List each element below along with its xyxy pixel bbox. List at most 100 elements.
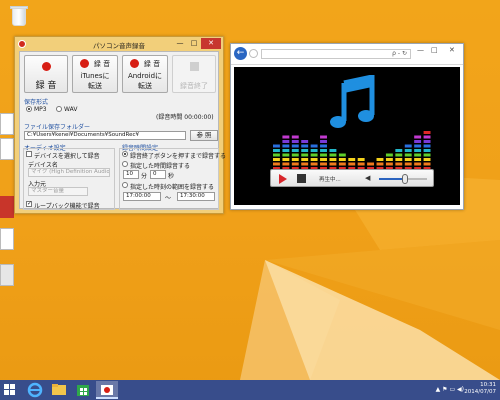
eq-segment bbox=[414, 162, 422, 166]
music-note-icon bbox=[330, 75, 375, 128]
recycle-bin-icon[interactable] bbox=[6, 4, 32, 30]
record-android-label: 録 音 bbox=[143, 60, 161, 68]
media-player-bar: 再生中... ◀ bbox=[270, 169, 434, 187]
eq-segment bbox=[338, 158, 346, 161]
start-button[interactable] bbox=[4, 384, 16, 396]
desktop-shortcut-icon[interactable] bbox=[0, 264, 14, 286]
minutes-field[interactable]: 10 bbox=[123, 170, 139, 179]
folder-path-field[interactable]: C:¥Users¥kenei¥Documents¥SoundRec¥ bbox=[24, 131, 186, 140]
volume-icon[interactable]: ◀ bbox=[365, 175, 370, 182]
eq-segment bbox=[301, 144, 309, 148]
record-itunes-button[interactable]: 録 音 iTunesに 転送 bbox=[72, 55, 118, 93]
loopback-checkbox[interactable] bbox=[26, 200, 32, 207]
close-button[interactable]: ✕ bbox=[201, 38, 221, 49]
address-bar[interactable]: ρ - ↻ bbox=[261, 49, 411, 59]
minimize-button[interactable]: — bbox=[173, 38, 187, 49]
desktop-shortcut-icon[interactable] bbox=[0, 138, 14, 160]
clock-date: 2014/07/07 bbox=[464, 389, 496, 395]
start-time-field[interactable]: 17:00:00 bbox=[123, 192, 161, 201]
desktop-shortcut-icon[interactable] bbox=[0, 228, 14, 250]
eq-segment bbox=[291, 140, 299, 143]
eq-segment bbox=[291, 162, 299, 166]
input-source-select[interactable]: マスター音量 bbox=[28, 187, 88, 196]
seconds-unit: 秒 bbox=[168, 173, 175, 180]
mp3-label: MP3 bbox=[34, 106, 47, 113]
eq-segment bbox=[395, 149, 403, 152]
until-stop-radio[interactable] bbox=[122, 151, 128, 157]
file-explorer-icon[interactable] bbox=[48, 381, 70, 399]
browse-button[interactable]: 参 照 bbox=[190, 130, 218, 141]
eq-segment bbox=[404, 153, 412, 157]
seconds-field[interactable]: 0 bbox=[150, 170, 166, 179]
stop-icon[interactable] bbox=[297, 174, 306, 183]
eq-segment bbox=[376, 158, 384, 161]
eq-segment bbox=[414, 149, 422, 152]
time-range-dash: 〜 bbox=[165, 195, 172, 202]
desktop-shortcut-icon[interactable] bbox=[0, 196, 14, 218]
eq-segment bbox=[414, 144, 422, 148]
system-tray-icons[interactable]: ▲ ⚑ ▭ ◀) bbox=[436, 386, 464, 393]
eq-segment bbox=[273, 153, 280, 157]
clock-time: 10:31 bbox=[480, 382, 496, 388]
stop-recording-button[interactable]: 録音終了 bbox=[172, 55, 216, 93]
record-itunes-label: iTunesに bbox=[80, 72, 110, 80]
volume-knob[interactable] bbox=[402, 174, 409, 184]
clock[interactable]: 10:31 2014/07/07 bbox=[464, 382, 496, 396]
record-android-button[interactable]: 録 音 Androidに 転送 bbox=[122, 55, 168, 93]
eq-segment bbox=[301, 162, 309, 166]
minimize-button[interactable]: — bbox=[417, 46, 424, 54]
choose-device-label: デバイスを選択して録音 bbox=[34, 153, 100, 160]
stop-square-icon bbox=[190, 62, 199, 71]
eq-segment bbox=[282, 144, 290, 148]
taskbar: ▲ ⚑ ▭ ◀) 10:31 2014/07/07 bbox=[0, 380, 500, 400]
format-label: 保存形式 bbox=[24, 99, 49, 106]
loopback-label: ループバック機能で録音 bbox=[34, 203, 100, 210]
browser-toolbar: ← ρ - ↻ — □ ✕ bbox=[231, 44, 463, 65]
address-bar-icons[interactable]: ρ - ↻ bbox=[392, 50, 407, 57]
fixed-time-radio[interactable] bbox=[122, 161, 128, 167]
eq-segment bbox=[301, 153, 309, 157]
play-icon[interactable] bbox=[279, 174, 287, 184]
back-arrow-icon[interactable]: ← bbox=[234, 47, 247, 60]
eq-segment bbox=[423, 131, 431, 134]
record-button[interactable]: 録 音 bbox=[24, 55, 68, 93]
time-range-radio[interactable] bbox=[122, 182, 128, 188]
end-time-field[interactable]: 17:30:00 bbox=[177, 192, 215, 201]
eq-segment bbox=[320, 153, 327, 157]
eq-segment bbox=[273, 149, 280, 152]
stop-recording-label: 録音終了 bbox=[180, 82, 208, 90]
mp3-radio[interactable] bbox=[26, 106, 32, 112]
wav-radio[interactable] bbox=[56, 106, 62, 112]
internet-explorer-icon[interactable] bbox=[24, 381, 46, 399]
eq-segment bbox=[282, 158, 290, 161]
store-icon[interactable] bbox=[72, 381, 94, 399]
eq-segment bbox=[291, 158, 299, 161]
forward-arrow-icon[interactable] bbox=[249, 49, 258, 58]
equalizer-graphic bbox=[273, 131, 431, 169]
eq-segment bbox=[423, 144, 431, 148]
eq-segment bbox=[320, 158, 327, 161]
close-button[interactable]: ✕ bbox=[449, 46, 455, 54]
eq-segment bbox=[273, 144, 280, 148]
maximize-button[interactable]: □ bbox=[431, 46, 438, 54]
desktop-shortcut-icon[interactable] bbox=[0, 113, 14, 135]
eq-segment bbox=[423, 140, 431, 143]
record-android-label: Androidに bbox=[127, 72, 163, 80]
device-name-select[interactable]: マイク (High Definition Audio... bbox=[28, 168, 110, 177]
eq-segment bbox=[320, 144, 327, 148]
time-range-label: 指定した時刻の範囲を録音する bbox=[130, 184, 215, 191]
recorder-titlebar[interactable]: パソコン音声録音 — □ ✕ bbox=[15, 37, 223, 51]
eq-segment bbox=[273, 162, 280, 166]
eq-segment bbox=[282, 153, 290, 157]
eq-segment bbox=[385, 158, 393, 161]
recorder-taskbar-icon[interactable] bbox=[96, 381, 118, 399]
eq-segment bbox=[404, 158, 412, 161]
eq-segment bbox=[310, 153, 318, 157]
maximize-button[interactable]: □ bbox=[187, 38, 201, 49]
eq-segment bbox=[423, 135, 431, 139]
record-button-label: 録 音 bbox=[35, 81, 57, 91]
choose-device-checkbox[interactable] bbox=[26, 151, 32, 157]
record-android-label: 転送 bbox=[138, 82, 152, 90]
eq-segment bbox=[395, 162, 403, 166]
eq-segment bbox=[329, 149, 337, 152]
